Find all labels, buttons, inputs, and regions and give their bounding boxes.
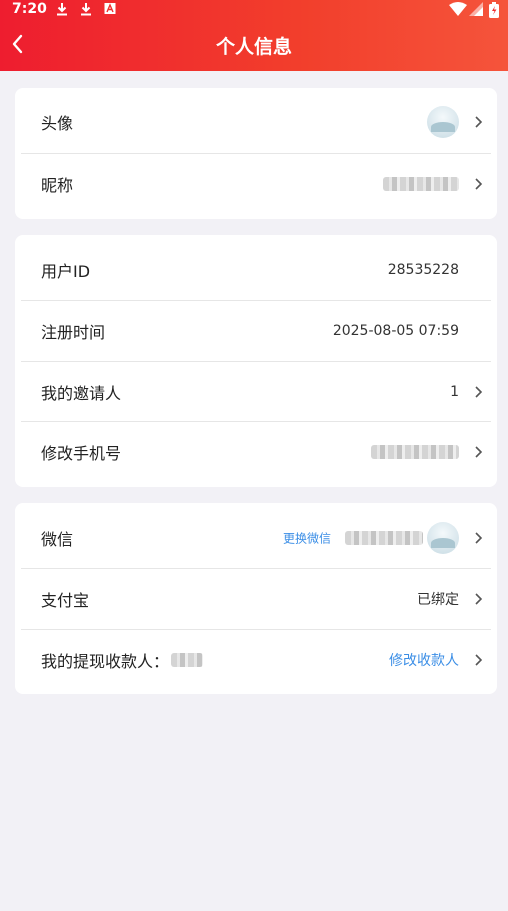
wifi-icon	[449, 2, 467, 16]
inviter-value: 1	[450, 384, 459, 400]
change-wechat-link[interactable]: 更换微信	[283, 530, 331, 547]
avatar[interactable]	[427, 106, 459, 138]
alipay-row[interactable]: 支付宝 已绑定	[15, 569, 497, 629]
register-time-value: 2025-08-05 07:59	[332, 323, 459, 339]
wechat-row[interactable]: 微信 更换微信	[15, 508, 497, 568]
phone-row[interactable]: 修改手机号	[15, 422, 497, 482]
nickname-blurred-value	[383, 177, 459, 191]
download-icon	[81, 3, 91, 16]
download-icon	[57, 3, 67, 16]
status-time: 7:20	[12, 1, 47, 17]
signal-icon	[469, 2, 483, 16]
payee-row[interactable]: 我的提现收款人： 修改收款人	[15, 630, 497, 690]
battery-icon	[489, 2, 499, 18]
user-id-label: 用户ID	[41, 262, 91, 281]
user-id-row: 用户ID 28535228	[15, 240, 497, 300]
inviter-label: 我的邀请人	[41, 384, 122, 403]
user-id-value: 28535228	[387, 262, 459, 278]
chevron-right-icon	[475, 654, 483, 666]
chevron-right-icon	[475, 593, 483, 605]
header-bar: 7:20 个人信息	[0, 0, 508, 71]
payee-label: 我的提现收款人：	[41, 652, 170, 671]
profile-basic-card: 头像 昵称	[15, 88, 497, 219]
account-info-card: 用户ID 28535228 注册时间 2025-08-05 07:59 我的邀请…	[15, 235, 497, 487]
wechat-blurred-name	[345, 531, 423, 545]
edit-payee-link[interactable]: 修改收款人	[389, 650, 459, 670]
chevron-right-icon	[475, 446, 483, 458]
font-icon	[104, 3, 116, 14]
alipay-status: 已绑定	[417, 592, 459, 608]
nickname-row[interactable]: 昵称	[15, 154, 497, 214]
chevron-right-icon	[475, 386, 483, 398]
register-time-row: 注册时间 2025-08-05 07:59	[15, 301, 497, 361]
nickname-label: 昵称	[41, 176, 74, 195]
avatar-label: 头像	[41, 114, 74, 133]
chevron-right-icon	[475, 532, 483, 544]
register-time-label: 注册时间	[41, 323, 106, 342]
navigation-bar: 个人信息	[0, 24, 508, 64]
chevron-right-icon	[475, 116, 483, 128]
wechat-label: 微信	[41, 530, 74, 549]
phone-blurred-value	[371, 445, 459, 459]
page-title: 个人信息	[215, 36, 292, 58]
avatar-row[interactable]: 头像	[15, 92, 497, 152]
phone-label: 修改手机号	[41, 444, 122, 463]
binding-card: 微信 更换微信 支付宝 已绑定 我的提现收款人： 修改收款人	[15, 503, 497, 694]
alipay-label: 支付宝	[41, 591, 90, 610]
status-bar: 7:20	[0, 0, 508, 20]
chevron-right-icon	[475, 178, 483, 190]
inviter-row[interactable]: 我的邀请人 1	[15, 362, 497, 422]
wechat-avatar	[427, 522, 459, 554]
payee-blurred-name	[171, 653, 203, 667]
